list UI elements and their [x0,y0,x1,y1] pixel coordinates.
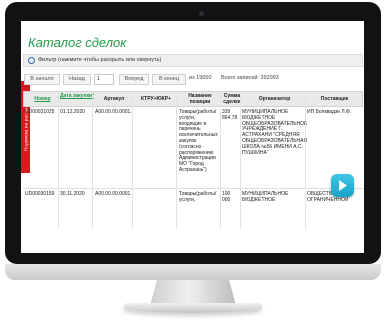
screen: Подписка на рассылку Каталог сделок Филь… [21,21,364,253]
cell-sum: 339 864.78 [222,109,238,121]
cell-number: UD00031025 [25,109,55,115]
cell-sum: 100 000 [222,191,231,203]
page-title: Каталог сделок [28,35,127,50]
cell-name: Товары(работы/ услуги, [179,191,217,203]
cell-organizer: МУНИЦИПАЛЬНОЕ БЮДЖЕТНОЕ ОБЩЕОБРАЗОВАТЕЛЬ… [242,109,308,156]
play-icon [339,180,347,191]
monitor-stand-foot [124,303,262,313]
table-row[interactable]: UD00031025 01.12.2020 A00.00.00.0001. То… [23,107,363,189]
cell-supplier: ИП Болквадзе Л.Ф. [307,109,352,115]
column-divider [92,91,93,229]
refresh-icon [28,57,35,64]
monitor-chin [5,264,381,280]
pagination: В начало Назад 1 Вперед В конец из 19650… [21,74,364,86]
column-header-organizer: Организатор [258,96,291,102]
column-divider [176,91,177,229]
cell-article: A00.00.00.0001. [95,191,132,197]
column-header-ktru: КТРУ+ЮКР+ [141,96,171,102]
first-page-button[interactable]: В начало [24,74,60,85]
last-page-button[interactable]: В конец [152,74,186,85]
cell-name: Товары(работы/ услуги, входящие в перече… [179,109,218,173]
prev-page-button[interactable]: Назад [63,74,91,85]
camera-dot [199,11,204,16]
column-header-name: Название позиции [188,93,212,105]
filter-toggle[interactable]: Фильтр (нажмите чтобы раскрыть или сверн… [23,54,363,67]
cell-date: 01.12.2020 [60,109,86,115]
column-header-sum: Сумма сделки [223,93,241,105]
play-button[interactable] [331,174,354,197]
table-header: Номер Дата закупки* Артикул КТРУ+ЮКР+ На… [23,91,363,107]
column-header-number[interactable]: Номер [25,96,60,103]
cell-organizer: МУНИЦИПАЛЬНОЕ БЮДЖЕТНОЕ [242,191,289,203]
cell-date: 30.11.2020 [60,191,85,197]
table-row[interactable]: UD00030159 30.11.2020 A00.00.00.0001. То… [23,189,363,229]
column-divider [220,91,221,229]
column-header-date[interactable]: Дата закупки* [60,93,94,100]
column-divider [132,91,133,229]
column-header-supplier: Поставщик [320,96,349,102]
column-divider [240,91,241,229]
cell-number: UD00030159 [25,191,55,197]
column-header-article: Артикул [103,96,125,102]
next-page-button[interactable]: Вперед [119,74,149,85]
filter-label: Фильтр (нажмите чтобы раскрыть или сверн… [38,57,162,63]
page-number-input[interactable]: 1 [94,74,114,85]
column-divider [58,91,59,229]
total-records: Всего записей: 392993 [221,75,279,81]
cell-article: A00.00.00.0001. [95,109,132,115]
column-divider [305,91,306,229]
page-count: из 19650 [189,75,212,81]
